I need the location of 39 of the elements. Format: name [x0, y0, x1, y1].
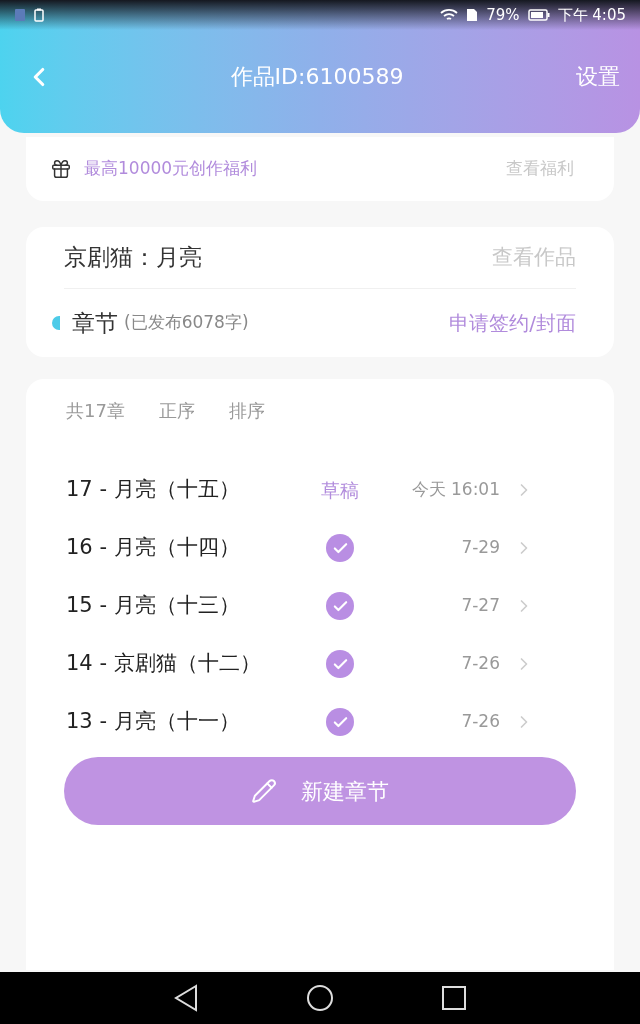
home-nav-icon[interactable] — [306, 984, 334, 1012]
chapter-row[interactable]: 15 - 月亮（十三） 7-27 — [26, 577, 614, 635]
sort-option[interactable]: 正序 — [158, 396, 195, 424]
clock-time: 下午 4:05 — [557, 4, 626, 26]
back-nav-icon[interactable] — [173, 984, 200, 1012]
draft-label: 草稿 — [320, 477, 360, 503]
chapter-date: 7-27 — [460, 594, 500, 618]
chapter-title: 16 - 月亮（十四） — [66, 534, 241, 562]
chapter-title: 13 - 月亮（十一） — [66, 708, 241, 736]
section-label: 章节 — [72, 308, 118, 338]
battery-icon — [527, 9, 550, 21]
new-chapter-button[interactable]: 新建章节 — [64, 757, 576, 825]
chapter-row[interactable]: 16 - 月亮（十四） 7-29 — [26, 519, 614, 577]
sort-option[interactable]: 排序 — [228, 396, 265, 424]
wifi-icon — [440, 8, 459, 22]
apply-contract-link[interactable]: 申请签约/封面 — [449, 308, 576, 338]
chapter-date: 7-26 — [460, 652, 500, 676]
chapter-title: 17 - 月亮（十五） — [66, 476, 241, 504]
section-marker-icon — [52, 316, 60, 330]
pencil-icon — [251, 778, 277, 804]
settings-button[interactable]: 设置 — [576, 60, 620, 93]
recents-nav-icon[interactable] — [440, 985, 467, 1011]
chapter-row[interactable]: 13 - 月亮（十一） 7-26 — [26, 693, 614, 751]
chapter-date: 7-26 — [460, 710, 500, 734]
gift-icon — [50, 158, 72, 180]
promo-text: 最高10000元创作福利 — [84, 157, 259, 181]
chapter-date: 今天 16:01 — [410, 478, 500, 502]
sim-card-icon — [466, 8, 479, 22]
chapter-date: 7-29 — [460, 536, 500, 560]
page-title: 作品ID:6100589 — [230, 63, 404, 91]
chapter-count: 共17章 — [66, 398, 125, 423]
chapter-title: 14 - 京剧猫（十二） — [66, 650, 262, 678]
work-title: 京剧猫：月亮 — [64, 243, 202, 273]
chapter-row[interactable]: 14 - 京剧猫（十二） 7-26 — [26, 635, 614, 693]
chapter-row[interactable]: 17 - 月亮（十五） 草稿 今天 16:01 — [26, 461, 614, 519]
battery-warning-icon — [34, 8, 44, 22]
chapter-title: 15 - 月亮（十三） — [66, 592, 241, 620]
battery-percent: 79% — [486, 4, 520, 26]
published-count: (已发布6078字) — [124, 311, 250, 335]
